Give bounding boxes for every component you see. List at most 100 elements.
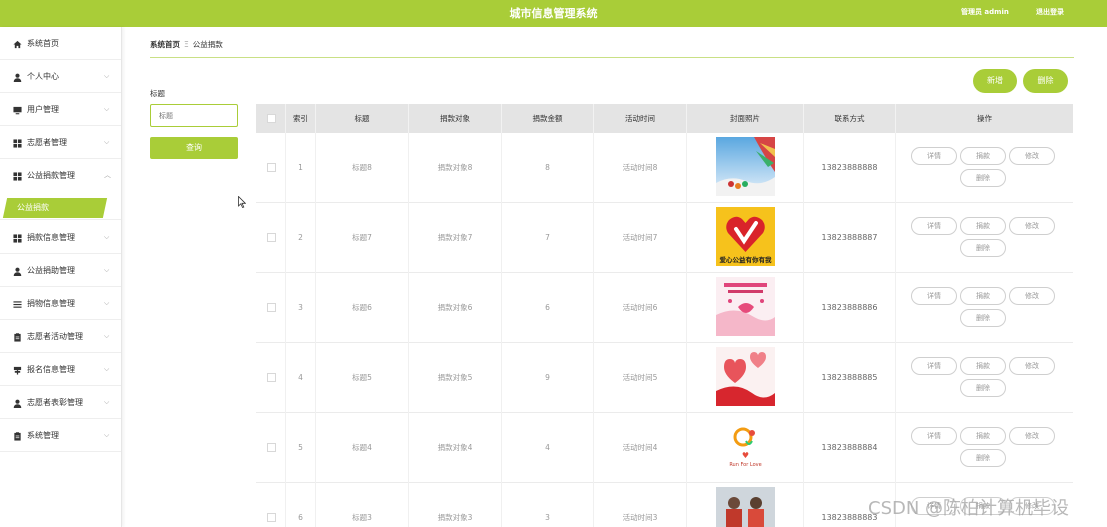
delete-button[interactable]: 删除	[960, 379, 1006, 397]
search-button[interactable]: 查询	[150, 137, 238, 159]
cover-photo-image	[716, 137, 775, 196]
column-header-amount: 捐款金额	[502, 104, 594, 133]
cell-title: 标题8	[316, 133, 409, 203]
sidebar-item-label: 公益捐款管理	[27, 171, 75, 180]
detail-button[interactable]: 详情	[911, 217, 957, 235]
search-title-label: 标题	[150, 89, 165, 98]
cover-photo-image	[716, 347, 775, 406]
row-checkbox[interactable]	[267, 163, 276, 172]
cell-target: 捐款对象3	[409, 483, 502, 527]
sidebar-menu: 系统首页 个人中心 ⌵ 用户管理 ⌵ 志愿者管理 ⌵ 公益捐款管理 ︿ 公益捐款	[0, 27, 122, 527]
table-row: 5 标题4 捐款对象4 4 活动时间4 ♥ Run For Love 13823…	[256, 413, 1073, 483]
row-select-cell	[256, 203, 286, 273]
cell-actions	[896, 343, 1073, 413]
home-icon	[13, 40, 22, 49]
sidebar-item-home[interactable]: 系统首页	[0, 27, 121, 60]
cell-title: 标题5	[316, 343, 409, 413]
breadcrumb-divider	[150, 57, 1074, 58]
donate-button[interactable]: 捐款	[960, 217, 1006, 235]
edit-button[interactable]: 修改	[1009, 287, 1055, 305]
donate-button[interactable]: 捐款	[960, 427, 1006, 445]
select-all-checkbox[interactable]	[267, 114, 276, 123]
cell-title: 标题4	[316, 413, 409, 483]
detail-button[interactable]: 详情	[911, 427, 957, 445]
sidebar-item-label: 系统管理	[27, 431, 59, 440]
chevron-down-icon: ⌵	[104, 105, 110, 113]
cell-activity-time: 活动时间6	[594, 273, 687, 343]
breadcrumb-separator: Ξ	[184, 40, 189, 49]
sidebar-item-donation-info-management[interactable]: 捐款信息管理 ⌵	[0, 221, 121, 254]
logout-link[interactable]: 退出登录	[1036, 0, 1064, 24]
cell-title: 标题7	[316, 203, 409, 273]
sidebar-item-personal-center[interactable]: 个人中心 ⌵	[0, 60, 121, 93]
sidebar-item-charity-aid-management[interactable]: 公益捐助管理 ⌵	[0, 254, 121, 287]
delete-button[interactable]: 删除	[960, 449, 1006, 467]
edit-button[interactable]: 修改	[1009, 147, 1055, 165]
cell-activity-time: 活动时间7	[594, 203, 687, 273]
row-checkbox[interactable]	[267, 233, 276, 242]
donate-button[interactable]: 捐款	[960, 287, 1006, 305]
cell-contact: 13823888884	[804, 413, 896, 483]
top-header-bar: 城市信息管理系统 管理员 admin 退出登录	[0, 0, 1107, 27]
column-header-cover-photo: 封面照片	[687, 104, 804, 133]
cell-title: 标题3	[316, 483, 409, 527]
row-select-cell	[256, 273, 286, 343]
delete-button[interactable]: 删除	[960, 169, 1006, 187]
chevron-down-icon: ⌵	[104, 332, 110, 340]
add-button[interactable]: 新增	[973, 69, 1017, 93]
sidebar-subitem-charity-donation[interactable]: 公益捐款	[2, 198, 108, 218]
mouse-cursor-icon	[238, 196, 246, 208]
sidebar-item-volunteer-management[interactable]: 志愿者管理 ⌵	[0, 126, 121, 159]
cell-amount: 8	[502, 133, 594, 203]
cell-contact: 13823888885	[804, 343, 896, 413]
detail-button[interactable]: 详情	[911, 147, 957, 165]
sidebar-item-volunteer-commendation-management[interactable]: 志愿者表彰管理 ⌵	[0, 386, 121, 419]
donate-button[interactable]: 捐款	[960, 357, 1006, 375]
row-select-cell	[256, 343, 286, 413]
breadcrumb: 系统首页 Ξ 公益捐款	[150, 39, 223, 50]
edit-button[interactable]: 修改	[1009, 427, 1055, 445]
clipboard-icon	[13, 333, 22, 342]
cover-photo-image	[716, 277, 775, 336]
sidebar-item-user-management[interactable]: 用户管理 ⌵	[0, 93, 121, 126]
row-checkbox[interactable]	[267, 443, 276, 452]
batch-delete-button[interactable]: 删除	[1023, 69, 1068, 93]
row-checkbox[interactable]	[267, 513, 276, 522]
breadcrumb-home-link[interactable]: 系统首页	[150, 40, 180, 49]
cell-amount: 9	[502, 343, 594, 413]
row-checkbox[interactable]	[267, 303, 276, 312]
cell-actions	[896, 273, 1073, 343]
cell-actions	[896, 413, 1073, 483]
grid-icon	[13, 172, 22, 181]
cell-activity-time: 活动时间8	[594, 133, 687, 203]
cell-contact: 13823888887	[804, 203, 896, 273]
cell-target: 捐款对象8	[409, 133, 502, 203]
delete-button[interactable]: 删除	[960, 239, 1006, 257]
detail-button[interactable]: 详情	[911, 287, 957, 305]
cell-index: 2	[286, 203, 316, 273]
row-checkbox[interactable]	[267, 373, 276, 382]
sidebar-item-label: 捐物信息管理	[27, 299, 75, 308]
cell-actions	[896, 203, 1073, 273]
edit-button[interactable]: 修改	[1009, 217, 1055, 235]
donate-button[interactable]: 捐款	[960, 147, 1006, 165]
edit-button[interactable]: 修改	[1009, 357, 1055, 375]
sidebar-item-registration-management[interactable]: 报名信息管理 ⌵	[0, 353, 121, 386]
search-title-input[interactable]	[150, 104, 238, 127]
sidebar-item-goods-donation-management[interactable]: 捐物信息管理 ⌵	[0, 287, 121, 320]
table-row: 2 标题7 捐款对象7 7 活动时间7 爱心公益有你有我 13823888887…	[256, 203, 1073, 273]
list-icon	[13, 300, 22, 309]
cell-target: 捐款对象7	[409, 203, 502, 273]
sidebar-item-label: 志愿者活动管理	[27, 332, 83, 341]
column-header-target: 捐款对象	[409, 104, 502, 133]
cell-activity-time: 活动时间5	[594, 343, 687, 413]
sidebar-item-system-management[interactable]: 系统管理 ⌵	[0, 419, 121, 452]
user-icon	[13, 399, 22, 408]
sidebar-item-volunteer-activity-management[interactable]: 志愿者活动管理 ⌵	[0, 320, 121, 353]
chevron-up-icon: ︿	[104, 171, 111, 179]
delete-button[interactable]: 删除	[960, 309, 1006, 327]
header-select-cell	[256, 104, 286, 133]
cell-contact: 13823888886	[804, 273, 896, 343]
detail-button[interactable]: 详情	[911, 357, 957, 375]
signpost-icon	[13, 366, 22, 375]
